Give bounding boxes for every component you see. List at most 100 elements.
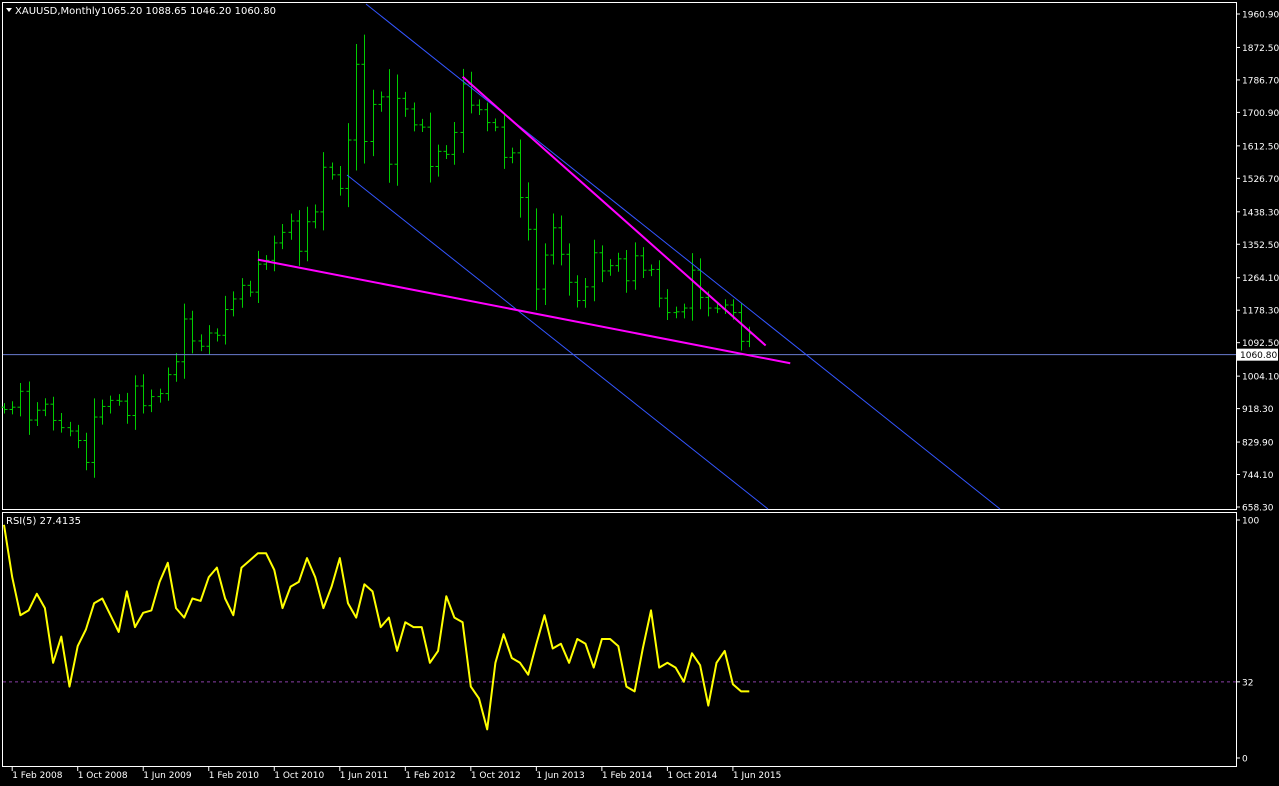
ohlc-bar [673,306,680,319]
time-tick-label: 1 Oct 2012 [471,771,521,781]
ohlc-bar [83,432,90,471]
ohlc-bar [402,91,409,117]
ohlc-bar [615,252,622,272]
ohlc-bar [288,213,295,240]
time-tick-label: 1 Oct 2010 [274,771,324,781]
current-price-label: 1060.80 [1240,351,1277,361]
price-tick-label: 1004.10 [1242,373,1279,383]
ohlc-bar [427,112,434,183]
time-tick-label: 1 Jun 2013 [536,771,584,781]
price-tick-label: 1872.50 [1242,44,1279,54]
rsi-line [3,524,750,731]
ohlc-bar [451,122,458,165]
ohlc-bar [198,334,205,352]
ohlc-bar [607,259,614,276]
price-axis: 1960.90 1872.50 1786.70 1700.90 1612.50 1526.… [1236,11,1279,514]
ohlc-bar [148,389,155,413]
ohlc-bar [664,289,671,321]
ohlc-bar [67,421,74,437]
rsi-axis: 100 32 0 [3,517,1259,765]
ohlc-bar [697,258,704,310]
rsi-panel-frame [2,512,1237,767]
ohlc-bar [550,213,557,265]
ohlc-bar [533,208,540,311]
ohlc-bar [689,253,696,321]
price-tick-label: 1264.10 [1242,274,1279,284]
channel-upper-line [365,3,1001,510]
price-tick-label: 1526.70 [1242,175,1279,185]
ohlc-bar [50,396,57,431]
ohlc-bar [525,182,532,241]
rsi-series [3,524,750,731]
ohlc-bar [443,145,450,160]
price-tick-label: 1178.30 [1242,307,1279,317]
ohlc-bar [279,224,286,250]
ohlc-bar [558,215,565,266]
price-tick-label: 1438.30 [1242,208,1279,218]
ohlc-bar [189,310,196,354]
ohlc-bar [42,398,49,417]
time-tick-label: 1 Jun 2015 [733,771,781,781]
ohlc-bar [26,381,33,435]
price-tick-label: 829.90 [1242,439,1274,449]
ohlc-bar [476,99,483,115]
rsi-label: RSI(5) 27.4135 [6,516,81,527]
price-tick-label: 744.10 [1242,471,1274,481]
price-tick-label: 1092.50 [1242,339,1279,349]
ohlc-bar [378,91,385,112]
ohlc-bar [582,277,589,308]
ohlc-bar [566,243,573,296]
ohlc-bar [394,74,401,186]
ohlc-bar [361,34,368,164]
lower-trendline [257,258,791,365]
ohlc-bar [9,401,16,415]
ohlc-bar [58,412,65,433]
ohlc-bar [255,250,262,304]
price-tick-label: 658.30 [1242,504,1274,514]
price-tick-label: 918.30 [1242,405,1274,415]
rsi-tick-label: 100 [1242,517,1259,527]
upper-trendline [461,76,767,347]
ohlc-bar [632,242,639,290]
ohlc-bar [165,367,172,401]
rsi-tick-label: 32 [1242,678,1253,688]
time-axis: 1 Feb 2008 1 Oct 2008 1 Jun 2009 1 Feb 2010… [11,767,781,781]
time-tick-label: 1 Jun 2011 [340,771,388,781]
ohlc-bar [17,383,24,417]
ohlc-bar [492,118,499,132]
ohlc-bar [329,162,336,180]
ohlc-bar [116,394,123,406]
ohlc-bar [132,375,139,430]
time-tick-label: 1 Feb 2012 [405,771,455,781]
time-tick-label: 1 Feb 2014 [602,771,653,781]
ohlc-bar [370,89,377,157]
ohlc-bar [173,353,180,382]
ohlc-bar [484,102,491,132]
ohlc-bar [411,102,418,132]
ohlc-bar [181,303,188,379]
symbol-dropdown-icon[interactable] [6,8,12,12]
ohlc-bar [271,235,278,272]
ohlc-bar [320,152,327,231]
ohlc-bar [623,250,630,293]
price-tick-label: 1700.90 [1242,109,1279,119]
ohlc-bar [214,328,221,342]
ohlc-bar [419,118,426,133]
time-tick-label: 1 Jun 2009 [143,771,192,781]
ohlc-bar [386,69,393,183]
ohlc-bar [681,303,688,319]
ohlc-values: 1065.20 1088.65 1046.20 1060.80 [101,6,276,17]
ohlc-bar [542,243,549,305]
ohlc-bar [353,43,360,171]
ohlc-bar [656,260,663,308]
ohlc-bar [230,291,237,317]
time-tick-label: 1 Oct 2008 [78,771,128,781]
channel-lower-line [346,174,769,510]
ohlc-bar [337,165,344,196]
ohlc-bar [574,275,581,308]
ohlc-bar [435,144,442,177]
ohlc-bar [345,123,352,208]
ohlc-bar [599,245,606,283]
ohlc-bar [591,239,598,302]
ohlc-bar [107,395,114,414]
